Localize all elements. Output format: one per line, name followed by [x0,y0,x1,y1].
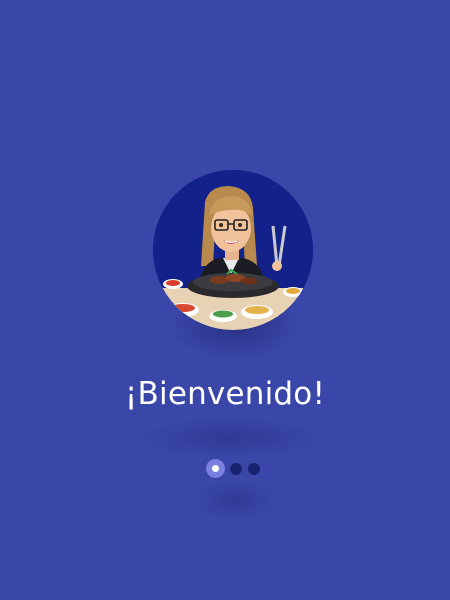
page-dot-1-active[interactable] [206,459,225,478]
welcome-title: ¡Bienvenido! [124,376,326,412]
page-dot-3[interactable] [248,463,260,475]
title-shadow [140,418,320,458]
bitmoji-bbq-avatar-icon [153,170,313,330]
page-dot-1-center [212,465,219,472]
pager-shadow [195,480,275,520]
avatar [153,170,313,330]
page-indicator [206,459,266,479]
page-dot-2[interactable] [230,463,242,475]
welcome-screen: ¡Bienvenido! [0,0,450,600]
